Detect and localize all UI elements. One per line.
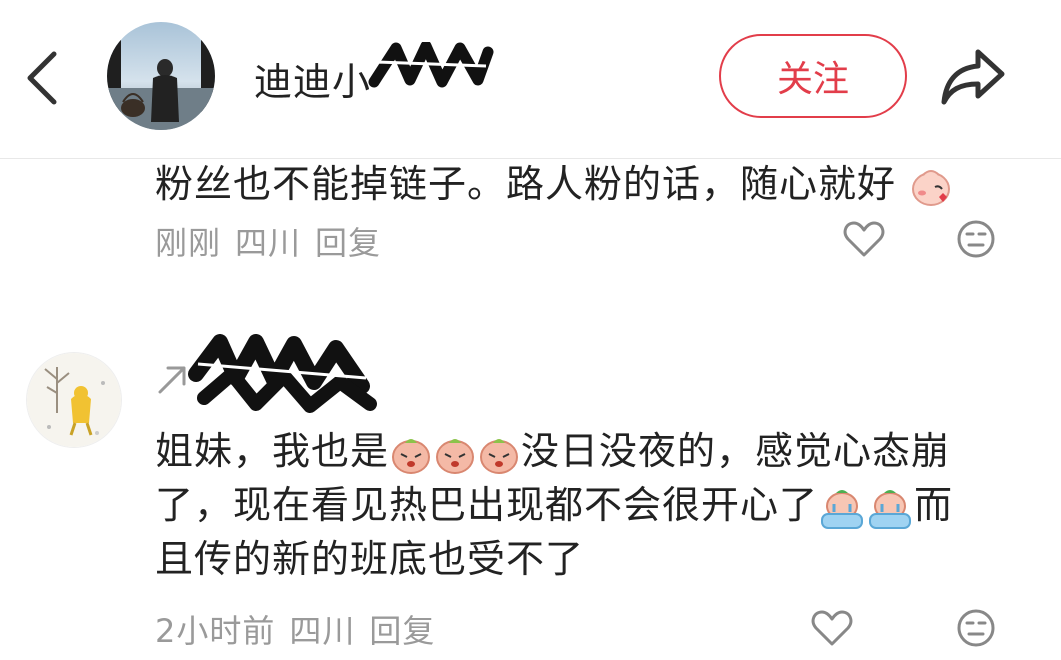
comment-line-1: 姐妹，我也是 没日没夜的，感觉心态崩 bbox=[155, 424, 1035, 478]
comment-meta: 刚刚 四川 回复 bbox=[155, 218, 395, 264]
like-heart-icon[interactable] bbox=[842, 219, 886, 259]
avatar[interactable] bbox=[107, 22, 215, 130]
dislike-face-icon[interactable] bbox=[956, 608, 996, 648]
comment-text: 姐妹，我也是 没日没夜的，感觉心态崩 了，现在看见热巴出现都不会很开心了而 且传的… bbox=[155, 424, 1035, 586]
reply-button[interactable]: 回复 bbox=[369, 612, 435, 650]
sad-emoji-icon bbox=[436, 438, 475, 474]
comment-meta: 2小时前 四川 回复 bbox=[155, 606, 449, 652]
comment-time: 2小时前 bbox=[155, 612, 276, 650]
reply-button[interactable]: 回复 bbox=[315, 224, 381, 262]
username[interactable]: 迪迪小 bbox=[254, 51, 371, 106]
back-icon[interactable] bbox=[22, 48, 62, 108]
sad-emoji-icon bbox=[480, 438, 519, 474]
dislike-face-icon[interactable] bbox=[956, 219, 996, 259]
follow-button[interactable]: 关注 bbox=[719, 34, 907, 118]
like-heart-icon[interactable] bbox=[810, 608, 854, 648]
redaction-mark bbox=[368, 42, 494, 88]
comment-text: 粉丝也不能掉链子。路人粉的话，随心就好 bbox=[155, 153, 953, 209]
share-icon[interactable] bbox=[938, 46, 1008, 108]
blush-emoji-icon bbox=[912, 169, 951, 206]
redaction-mark bbox=[188, 334, 377, 413]
comment-location: 四川 bbox=[235, 224, 302, 262]
crying-emoji-icon bbox=[869, 489, 912, 529]
comment-line-3: 且传的新的班底也受不了 bbox=[155, 537, 585, 581]
comment-location: 四川 bbox=[289, 612, 356, 650]
top-bar: 迪迪小 关注 bbox=[0, 0, 1061, 159]
comment-time: 刚刚 bbox=[155, 224, 222, 262]
crying-emoji-icon bbox=[821, 489, 864, 529]
commenter-avatar[interactable] bbox=[26, 352, 122, 448]
comment-text-body: 粉丝也不能掉链子。路人粉的话，随心就好 bbox=[155, 162, 897, 206]
reply-arrow-icon bbox=[158, 366, 186, 394]
sad-emoji-icon bbox=[392, 438, 431, 474]
comment-line-2: 了，现在看见热巴出现都不会很开心了而 bbox=[155, 478, 1035, 532]
